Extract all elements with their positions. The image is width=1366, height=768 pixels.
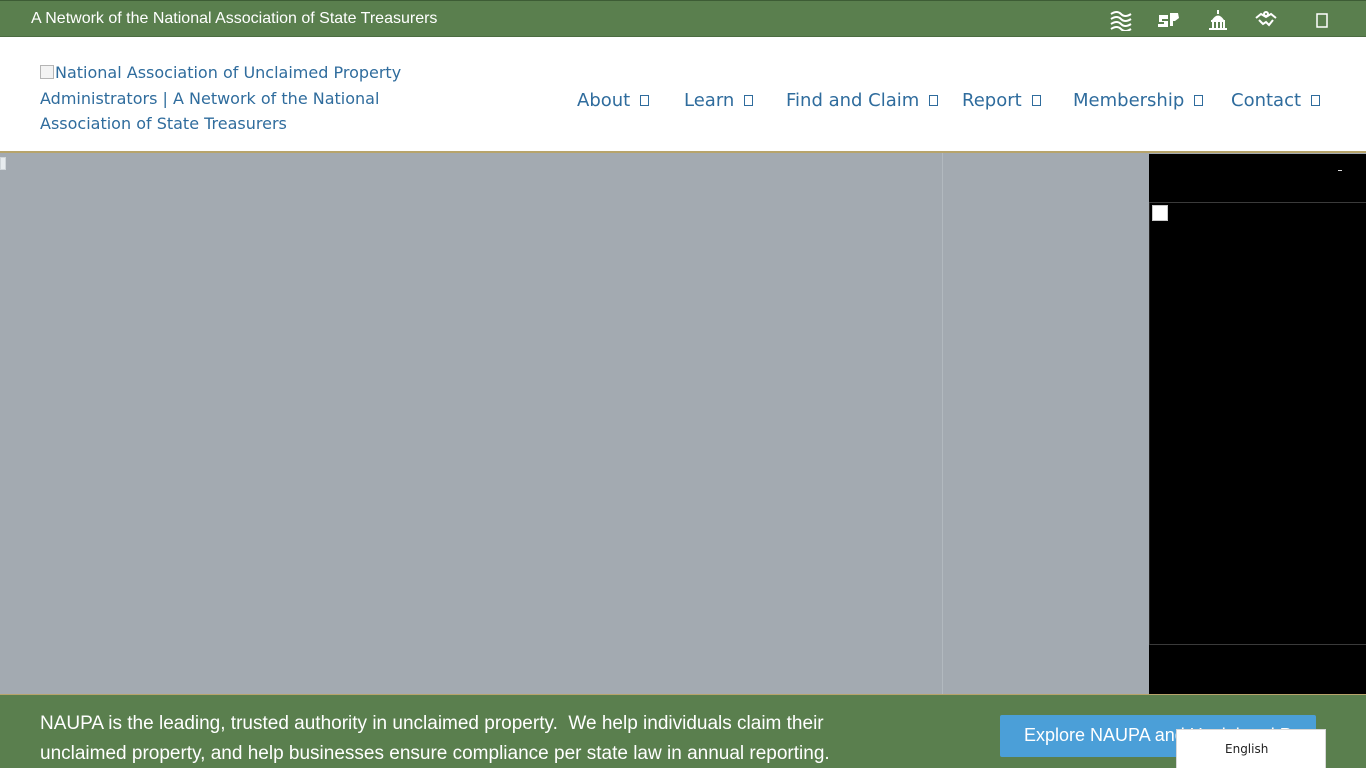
- nav-report[interactable]: Report: [962, 90, 1041, 112]
- mission-text: NAUPA is the leading, trusted authority …: [40, 713, 830, 764]
- language-selected: English: [1225, 742, 1269, 756]
- nav-contact-label: Contact: [1231, 90, 1302, 111]
- language-selector[interactable]: English: [1176, 729, 1326, 768]
- network-tagline: A Network of the National Association of…: [31, 10, 438, 27]
- nav-contact[interactable]: Contact: [1231, 90, 1321, 112]
- video-panel: [1149, 154, 1366, 694]
- handshake-icon[interactable]: [1254, 9, 1278, 31]
- dropdown-icon: [640, 95, 650, 106]
- nav-report-label: Report: [962, 90, 1022, 111]
- nav-about[interactable]: About: [577, 90, 650, 112]
- sp-logo-icon[interactable]: [1157, 9, 1181, 31]
- dropdown-icon: [929, 95, 939, 106]
- minimize-icon[interactable]: [1338, 170, 1342, 171]
- capitol-icon[interactable]: [1206, 9, 1230, 31]
- dropdown-icon: [1311, 95, 1321, 106]
- nav-find-and-claim[interactable]: Find and Claim: [786, 90, 939, 112]
- site-logo[interactable]: National Association of Unclaimed Proper…: [40, 60, 410, 137]
- dropdown-icon: [744, 95, 754, 106]
- broken-image-icon: [40, 65, 54, 79]
- top-network-bar: A Network of the National Association of…: [0, 0, 1366, 37]
- broken-image-icon: [0, 157, 6, 170]
- dropdown-icon: [1194, 95, 1204, 106]
- mission-banner: NAUPA is the leading, trusted authority …: [0, 694, 1366, 768]
- video-header: [1149, 154, 1366, 203]
- nav-membership-label: Membership: [1073, 90, 1185, 111]
- nav-learn-label: Learn: [684, 90, 735, 111]
- hero-slider[interactable]: [0, 153, 943, 694]
- square-icon[interactable]: [1310, 9, 1334, 31]
- hero-section: [0, 153, 1366, 694]
- nav-learn[interactable]: Learn: [684, 90, 754, 112]
- dropdown-icon: [1031, 95, 1041, 106]
- nav-find-and-claim-label: Find and Claim: [786, 90, 920, 111]
- site-header: National Association of Unclaimed Proper…: [0, 37, 1366, 153]
- nav-membership[interactable]: Membership: [1073, 90, 1204, 112]
- waves-icon[interactable]: [1109, 9, 1133, 31]
- logo-alt-text: National Association of Unclaimed Proper…: [40, 63, 402, 133]
- video-player[interactable]: [1149, 203, 1366, 645]
- broken-image-icon: [1152, 205, 1168, 221]
- nav-about-label: About: [577, 90, 631, 111]
